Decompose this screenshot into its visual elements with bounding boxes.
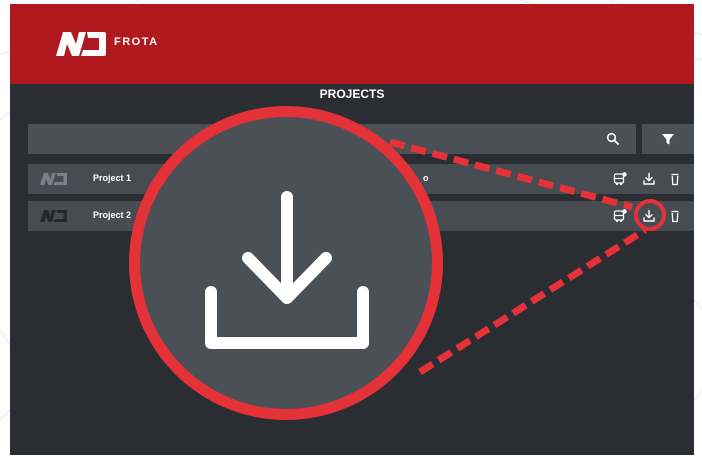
highlight-ring <box>634 199 666 231</box>
zoom-callout-overlay <box>129 106 666 420</box>
